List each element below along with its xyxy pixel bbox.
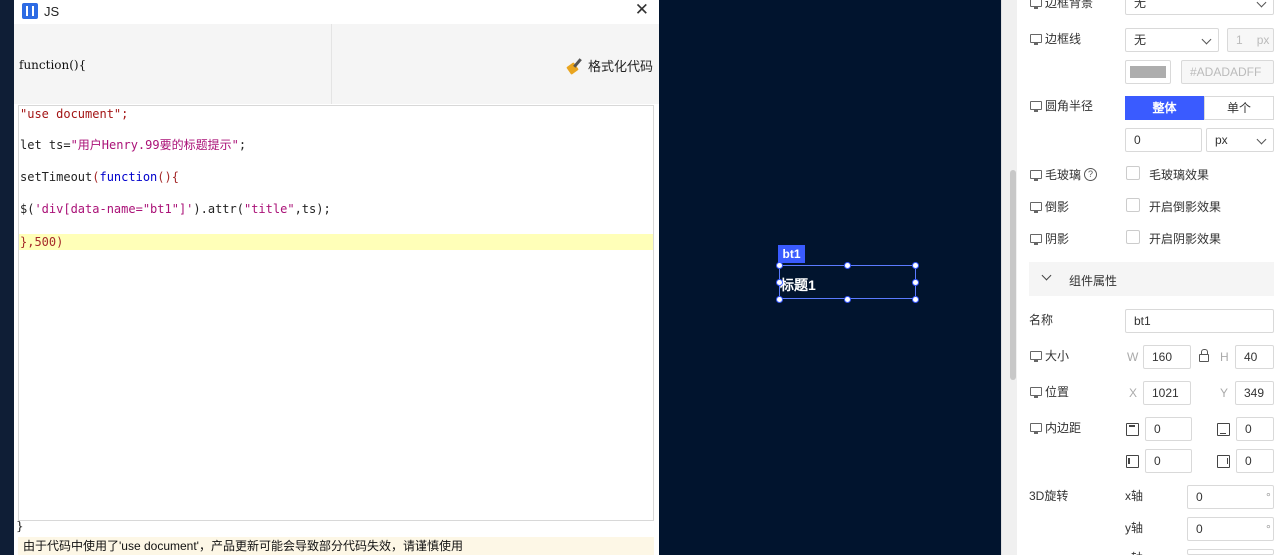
name-input[interactable]: bt1	[1125, 309, 1274, 333]
rotation-x-label: x轴	[1125, 489, 1144, 503]
chevron-down-icon	[1041, 270, 1052, 281]
function-signature: function(){	[19, 58, 87, 72]
dialog-title: JS	[44, 3, 60, 19]
monitor-icon	[1030, 202, 1042, 213]
app-logo-icon	[22, 3, 38, 19]
frosted-glass-label: 毛玻璃?	[1030, 166, 1098, 183]
rotation-3d-label: 3D旋转	[1029, 489, 1069, 503]
width-label: W	[1127, 350, 1139, 364]
y-input[interactable]: 349	[1235, 381, 1274, 405]
dialog-left-strip	[0, 0, 14, 555]
border-color-swatch[interactable]	[1125, 60, 1171, 84]
name-label: 名称	[1029, 313, 1054, 327]
resize-handle-se[interactable]	[912, 296, 919, 303]
rotation-x-input[interactable]: 0 °	[1187, 485, 1274, 509]
shadow-option: 开启阴影效果	[1149, 232, 1222, 246]
border-width-input[interactable]: 1 px	[1227, 28, 1274, 52]
monitor-icon	[1030, 234, 1042, 245]
radius-unit-select[interactable]: px	[1206, 128, 1274, 152]
monitor-icon	[1030, 34, 1042, 45]
monitor-icon	[1030, 170, 1042, 181]
padding-left-icon	[1126, 455, 1139, 468]
radius-whole-tab[interactable]: 整体	[1125, 96, 1204, 120]
padding-label: 内边距	[1030, 419, 1081, 436]
frosted-glass-option: 毛玻璃效果	[1149, 168, 1210, 182]
y-label: Y	[1220, 386, 1229, 400]
format-code-button[interactable]: 格式化代码	[566, 56, 653, 75]
rotation-z-label: z轴	[1125, 549, 1143, 555]
header-divider	[331, 24, 332, 104]
code-editor[interactable]: "use document"; let ts="用户Henry.99要的标题提示…	[18, 105, 654, 521]
rotation-y-input[interactable]: 0 °	[1187, 517, 1274, 541]
warning-message: 由于代码中使用了'use document'，产品更新可能会导致部分代码失效，请…	[18, 537, 654, 555]
monitor-icon	[1030, 423, 1042, 434]
height-input[interactable]: 40	[1235, 345, 1274, 369]
resize-handle-sw[interactable]	[776, 296, 783, 303]
widget-title-text: 标题1	[780, 277, 816, 293]
chevron-down-icon	[1201, 34, 1212, 45]
rotation-y-label: y轴	[1125, 521, 1144, 535]
size-label: 大小	[1030, 347, 1069, 364]
height-label: H	[1220, 350, 1229, 364]
border-color-hex-input[interactable]: #ADADADFF	[1181, 60, 1274, 84]
monitor-icon	[1030, 101, 1042, 112]
close-icon[interactable]: ✕	[635, 0, 649, 20]
code-header: function(){ 格式化代码	[14, 24, 659, 104]
code-line-2: let ts="用户Henry.99要的标题提示";	[20, 138, 247, 152]
code-line-5: },500)	[19, 234, 653, 250]
shadow-label: 阴影	[1030, 230, 1069, 247]
padding-bottom-icon	[1217, 423, 1230, 436]
js-dialog: JS ✕ function(){ 格式化代码 "use document"; l…	[0, 0, 659, 555]
reflection-checkbox[interactable]	[1126, 198, 1140, 212]
resize-handle-s[interactable]	[844, 296, 851, 303]
padding-top-icon	[1126, 423, 1139, 436]
border-bg-select[interactable]: 无	[1125, 0, 1274, 15]
format-code-label: 格式化代码	[587, 59, 653, 74]
reflection-option: 开启倒影效果	[1149, 200, 1222, 214]
frosted-glass-checkbox[interactable]	[1126, 166, 1140, 180]
border-bg-label: 边框背景	[1030, 0, 1093, 11]
x-input[interactable]: 1021	[1143, 381, 1191, 405]
component-properties-header[interactable]: 组件属性	[1029, 262, 1274, 296]
resize-handle-w[interactable]	[776, 279, 783, 286]
padding-bottom-input[interactable]: 0	[1236, 417, 1274, 441]
dialog-titlebar: JS ✕	[14, 0, 659, 22]
corner-radius-label: 圆角半径	[1030, 97, 1093, 114]
padding-right-icon	[1217, 455, 1230, 468]
resize-handle-nw[interactable]	[776, 262, 783, 269]
resize-handle-n[interactable]	[844, 262, 851, 269]
monitor-icon	[1030, 387, 1042, 398]
rotation-z-input[interactable]: 0	[1187, 549, 1274, 555]
resize-handle-e[interactable]	[912, 279, 919, 286]
code-line-1: "use document";	[20, 107, 129, 121]
chevron-down-icon	[1256, 134, 1267, 145]
brush-icon	[566, 57, 584, 75]
padding-right-input[interactable]: 0	[1236, 449, 1274, 473]
shadow-checkbox[interactable]	[1126, 230, 1140, 244]
border-line-select[interactable]: 无	[1125, 28, 1219, 52]
radius-single-tab[interactable]: 单个	[1204, 96, 1274, 120]
widget-name-tag: bt1	[778, 245, 805, 263]
border-line-label: 边框线	[1030, 30, 1081, 47]
reflection-label: 倒影	[1030, 198, 1069, 215]
function-closing-brace: }	[16, 519, 24, 533]
chevron-down-icon	[1256, 0, 1267, 8]
help-icon[interactable]: ?	[1084, 168, 1098, 181]
monitor-icon	[1030, 0, 1042, 9]
monitor-icon	[1030, 351, 1042, 362]
code-line-3: setTimeout(function(){	[20, 170, 179, 184]
panel-scrollbar-thumb[interactable]	[1010, 170, 1016, 380]
code-line-4: $('div[data-name="bt1"]').attr("title",t…	[20, 202, 331, 216]
x-label: X	[1129, 386, 1138, 400]
radius-value-input[interactable]: 0	[1125, 128, 1202, 152]
resize-handle-ne[interactable]	[912, 262, 919, 269]
lock-ratio-icon[interactable]	[1199, 349, 1209, 362]
position-label: 位置	[1030, 383, 1069, 400]
width-input[interactable]: 160	[1143, 345, 1191, 369]
padding-top-input[interactable]: 0	[1145, 417, 1192, 441]
padding-left-input[interactable]: 0	[1145, 449, 1192, 473]
